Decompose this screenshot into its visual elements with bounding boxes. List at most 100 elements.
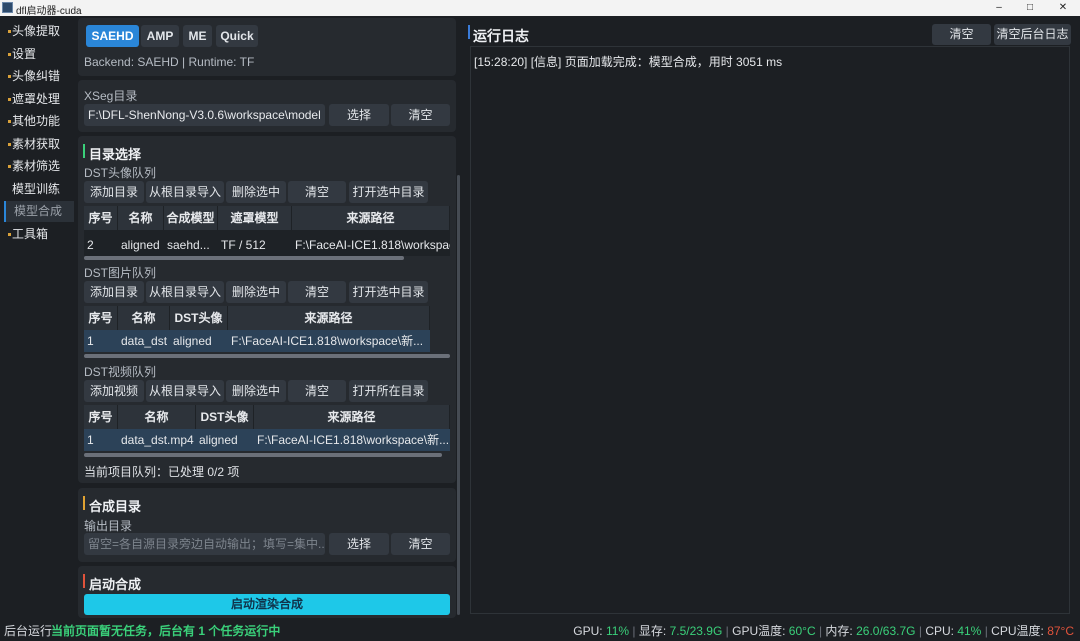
column-header[interactable]: 来源路径	[228, 306, 430, 330]
bullet-icon	[8, 233, 11, 236]
close-icon[interactable]: ✕	[1048, 0, 1078, 16]
column-header[interactable]: 合成模型	[164, 206, 218, 230]
cpu-temp-label: CPU温度:	[991, 624, 1044, 638]
delete-selected-button[interactable]: 删除选中	[226, 380, 286, 402]
cell-source-path: F:\FaceAI-ICE1.818\workspace\新...	[257, 433, 450, 447]
section-marker	[468, 25, 470, 39]
delete-selected-button[interactable]: 删除选中	[226, 281, 286, 303]
xseg-label: XSeg目录	[84, 89, 138, 103]
section-marker	[83, 574, 85, 588]
log-output[interactable]: [15:28:20] [信息] 页面加载完成：模型合成，用时 3051 ms	[470, 46, 1070, 614]
sidebar: 头像提取 设置 头像纠错 遮罩处理 其他功能 素材获取 素材筛选 模型训练 模型…	[0, 16, 78, 622]
output-dir-label: 输出目录	[84, 519, 133, 533]
vram-usage: 7.5/23.9G	[669, 624, 723, 638]
model-tabs-panel: SAEHD AMP ME Quick Backend: SAEHD | Runt…	[78, 18, 456, 76]
import-root-button[interactable]: 从根目录导入	[146, 181, 224, 203]
cell-source-path: F:\FaceAI-ICE1.818\workspace	[295, 238, 450, 252]
sidebar-item-train[interactable]: 模型训练	[4, 179, 74, 200]
xseg-path-input[interactable]: F:\DFL-ShenNong-V3.0.6\workspace\model	[84, 104, 325, 126]
title-bar: dfl启动器-cuda – □ ✕	[0, 0, 1080, 17]
tab-amp[interactable]: AMP	[141, 25, 179, 47]
column-header[interactable]: 名称	[118, 306, 170, 330]
column-header[interactable]: DST头像	[170, 306, 228, 330]
cell-name: data_dst.mp4	[121, 433, 194, 447]
log-line: [15:28:20] [信息] 页面加载完成：模型合成，用时 3051 ms	[474, 55, 783, 69]
clear-bg-log-button[interactable]: 清空后台日志	[994, 24, 1071, 45]
output-dir-input[interactable]: 留空=各自源目录旁边自动输出；填写=集中...	[84, 533, 325, 555]
column-header[interactable]: 名称	[118, 206, 164, 230]
column-header[interactable]: 名称	[118, 405, 196, 429]
sidebar-item-merge[interactable]: 模型合成	[4, 201, 74, 222]
column-header[interactable]: 序号	[84, 405, 118, 429]
cell-name: data_dst	[121, 334, 168, 348]
cpu-label: CPU:	[925, 624, 954, 638]
dir-select-panel: 目录选择 DST头像队列 添加目录 从根目录导入 删除选中 清空 打开选中目录 …	[78, 136, 456, 483]
horizontal-scrollbar[interactable]	[84, 354, 450, 358]
open-selected-dir-button[interactable]: 打开选中目录	[349, 181, 428, 203]
section-marker	[83, 496, 85, 510]
cell-index: 1	[87, 433, 94, 447]
gpu-usage: 11%	[605, 624, 630, 638]
sidebar-item-toolbox[interactable]: 工具箱	[4, 224, 74, 245]
sidebar-item-settings[interactable]: 设置	[4, 44, 74, 65]
vertical-scrollbar[interactable]	[457, 175, 460, 615]
clear-button[interactable]: 清空	[288, 181, 346, 203]
output-select-button[interactable]: 选择	[329, 533, 389, 555]
xseg-clear-button[interactable]: 清空	[391, 104, 450, 126]
tab-quick[interactable]: Quick	[216, 25, 258, 47]
dst-images-label: DST图片队列	[84, 266, 157, 280]
clear-button[interactable]: 清空	[288, 281, 346, 303]
sidebar-item-material-filter[interactable]: 素材筛选	[4, 156, 74, 177]
bullet-icon	[8, 120, 11, 123]
delete-selected-button[interactable]: 删除选中	[226, 181, 286, 203]
column-header[interactable]: 序号	[84, 306, 118, 330]
bullet-icon	[8, 30, 11, 33]
tab-saehd[interactable]: SAEHD	[86, 25, 139, 47]
cell-source-path: F:\FaceAI-ICE1.818\workspace\新...	[231, 334, 424, 348]
add-video-button[interactable]: 添加视频	[84, 380, 144, 402]
xseg-panel: XSeg目录 F:\DFL-ShenNong-V3.0.6\workspace\…	[78, 80, 456, 132]
bullet-icon	[8, 75, 11, 78]
column-header[interactable]: 序号	[84, 206, 118, 230]
minimize-icon[interactable]: –	[984, 0, 1014, 16]
sidebar-item-face-fix[interactable]: 头像纠错	[4, 66, 74, 87]
bullet-icon	[8, 98, 11, 101]
status-message: 当前页面暂无任务，后台有 1 个任务运行中	[51, 624, 281, 638]
tab-me[interactable]: ME	[183, 25, 212, 47]
gpu-temp-label: GPU温度:	[732, 624, 786, 638]
cell-index: 2	[87, 238, 94, 252]
column-header[interactable]: 遮罩模型	[218, 206, 292, 230]
open-containing-dir-button[interactable]: 打开所在目录	[349, 380, 428, 402]
xseg-select-button[interactable]: 选择	[329, 104, 389, 126]
log-clear-button[interactable]: 清空	[932, 24, 991, 45]
clear-button[interactable]: 清空	[288, 380, 346, 402]
system-metrics: GPU: 11% | 显存: 7.5/23.9G | GPU温度: 60°C |…	[573, 624, 1074, 638]
horizontal-scrollbar[interactable]	[84, 453, 442, 457]
sidebar-item-material-get[interactable]: 素材获取	[4, 134, 74, 155]
start-render-button[interactable]: 启动渲染合成	[84, 594, 450, 615]
output-clear-button[interactable]: 清空	[391, 533, 450, 555]
mem-label: 内存:	[825, 624, 853, 638]
column-header[interactable]: 来源路径	[292, 206, 450, 230]
maximize-icon[interactable]: □	[1015, 0, 1045, 16]
merge-dir-panel: 合成目录 输出目录 留空=各自源目录旁边自动输出；填写=集中... 选择 清空	[78, 488, 456, 562]
import-root-button[interactable]: 从根目录导入	[146, 380, 224, 402]
log-title: 运行日志	[473, 28, 529, 44]
vram-label: 显存:	[638, 624, 667, 638]
add-dir-button[interactable]: 添加目录	[84, 181, 144, 203]
sidebar-item-other[interactable]: 其他功能	[4, 111, 74, 132]
table-row[interactable]: 2 aligned saehd... TF / 512 F:\FaceAI-IC…	[84, 234, 450, 256]
status-prefix: 后台运行	[4, 624, 53, 638]
gpu-temp: 60°C	[788, 624, 816, 638]
add-dir-button[interactable]: 添加目录	[84, 281, 144, 303]
sidebar-item-mask[interactable]: 遮罩处理	[4, 89, 74, 110]
horizontal-scrollbar[interactable]	[84, 256, 404, 260]
cell-index: 1	[87, 334, 94, 348]
column-header[interactable]: 来源路径	[254, 405, 450, 429]
column-header[interactable]: DST头像	[196, 405, 254, 429]
open-selected-dir-button[interactable]: 打开选中目录	[349, 281, 428, 303]
import-root-button[interactable]: 从根目录导入	[146, 281, 224, 303]
table-row[interactable]: 1 data_dst.mp4 aligned F:\FaceAI-ICE1.81…	[84, 429, 450, 451]
sidebar-item-face-extract[interactable]: 头像提取	[4, 21, 74, 42]
table-row[interactable]: 1 data_dst aligned F:\FaceAI-ICE1.818\wo…	[84, 330, 430, 352]
